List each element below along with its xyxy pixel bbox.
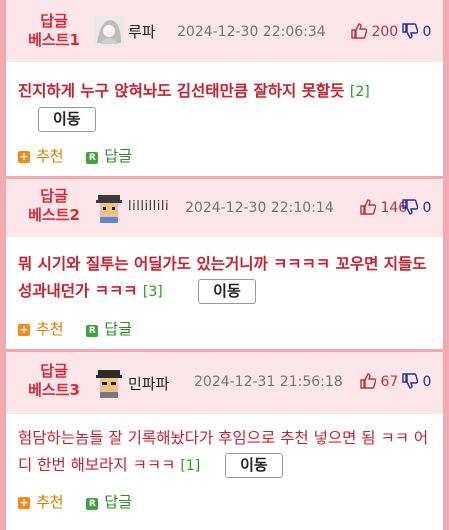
comment-actions: + 추천 R 답글 <box>18 491 150 512</box>
reply-r-icon: R <box>86 498 99 510</box>
move-button[interactable]: 이동 <box>38 107 96 132</box>
reply-label: 답글 <box>104 147 132 165</box>
dislike-count: 0 <box>422 200 432 216</box>
reply-r-icon: R <box>86 152 99 164</box>
reply-button[interactable]: R 답글 <box>86 491 132 512</box>
comment-datetime: 2024-12-30 22:10:14 <box>185 200 334 216</box>
best-rank-badge: 답글 베스트3 <box>14 362 94 400</box>
move-button[interactable]: 이동 <box>198 279 256 304</box>
plus-icon: + <box>18 496 30 509</box>
rank-number: 베스트2 <box>28 206 80 224</box>
dislike-count: 0 <box>422 374 432 390</box>
recommend-label: 추천 <box>36 147 64 165</box>
comment-actions: + 추천 R 답글 <box>18 145 150 166</box>
comment-datetime: 2024-12-31 21:56:18 <box>194 374 343 390</box>
thumbs-down-icon <box>402 373 419 389</box>
like-count: 200 <box>371 24 399 40</box>
nickname[interactable]: lillillili <box>128 199 169 214</box>
recommend-label: 추천 <box>36 320 64 338</box>
like-button[interactable]: 67 <box>360 373 398 390</box>
nickname[interactable]: 민파파 <box>128 373 169 394</box>
plus-icon: + <box>18 150 30 163</box>
like-button[interactable]: 146 <box>360 199 407 216</box>
avatar[interactable] <box>94 368 124 398</box>
thumbs-down-icon <box>402 199 419 215</box>
best-comments-panel: 답글 베스트1 루파 2024-12-30 22:06:34 200 0 진지하… <box>6 0 443 530</box>
rank-label: 답글 <box>40 12 68 30</box>
reply-button[interactable]: R 답글 <box>86 145 132 166</box>
reply-label: 답글 <box>104 493 132 511</box>
comment-header: 답글 베스트3 민파파 2024-12-31 21:56:18 67 0 <box>6 352 443 414</box>
reply-count: [1] <box>180 458 201 474</box>
like-count: 67 <box>380 374 399 390</box>
thumbs-up-icon <box>360 199 377 215</box>
best-rank-badge: 답글 베스트2 <box>14 187 94 225</box>
reply-count: [2] <box>349 84 370 100</box>
nickname[interactable]: 루파 <box>128 21 156 42</box>
comment-header: 답글 베스트1 루파 2024-12-30 22:06:34 200 0 <box>6 0 443 62</box>
rank-number: 베스트3 <box>28 381 80 399</box>
recommend-button[interactable]: + 추천 <box>18 145 64 166</box>
recommend-button[interactable]: + 추천 <box>18 318 64 339</box>
reply-label: 답글 <box>104 320 132 338</box>
comment-header: 답글 베스트2 lillillili 2024-12-30 22:10:14 1… <box>6 179 443 237</box>
reply-r-icon: R <box>86 325 99 337</box>
dislike-button[interactable]: 0 <box>402 199 431 216</box>
comment-body: 험담하는놈들 잘 기록해놨다가 후임으로 추천 넣으면 됨 ㅋㅋ 어디 한번 해… <box>18 429 429 474</box>
comment-body: 진지하게 누구 앉혀놔도 김선태만큼 잘하지 못할듯 <box>18 82 345 100</box>
avatar[interactable] <box>94 16 124 46</box>
thumbs-up-icon <box>351 23 368 39</box>
comment-text: 진지하게 누구 앉혀놔도 김선태만큼 잘하지 못할듯 [2] 이동 <box>18 78 432 133</box>
thumbs-up-icon <box>360 373 377 389</box>
like-button[interactable]: 200 <box>351 23 398 40</box>
avatar[interactable] <box>94 193 124 223</box>
dislike-button[interactable]: 0 <box>402 373 431 390</box>
rank-number: 베스트1 <box>28 31 80 49</box>
comment-actions: + 추천 R 답글 <box>18 318 150 339</box>
rank-label: 답글 <box>40 187 68 205</box>
plus-icon: + <box>18 323 30 336</box>
dislike-button[interactable]: 0 <box>402 23 431 40</box>
best-rank-badge: 답글 베스트1 <box>14 12 94 50</box>
dislike-count: 0 <box>422 24 432 40</box>
thumbs-down-icon <box>402 23 419 39</box>
comment-text: 뭐 시기와 질투는 어딜가도 있는거니까 ㅋㅋㅋㅋ 꼬우면 지들도 성과내던가 … <box>18 251 432 306</box>
comment-text: 험담하는놈들 잘 기록해놨다가 후임으로 추천 넣으면 됨 ㅋㅋ 어디 한번 해… <box>18 425 432 480</box>
recommend-label: 추천 <box>36 493 64 511</box>
rank-label: 답글 <box>40 362 68 380</box>
move-button[interactable]: 이동 <box>225 453 283 478</box>
reply-count: [3] <box>142 284 163 300</box>
comment-datetime: 2024-12-30 22:06:34 <box>177 24 326 40</box>
reply-button[interactable]: R 답글 <box>86 318 132 339</box>
recommend-button[interactable]: + 추천 <box>18 491 64 512</box>
